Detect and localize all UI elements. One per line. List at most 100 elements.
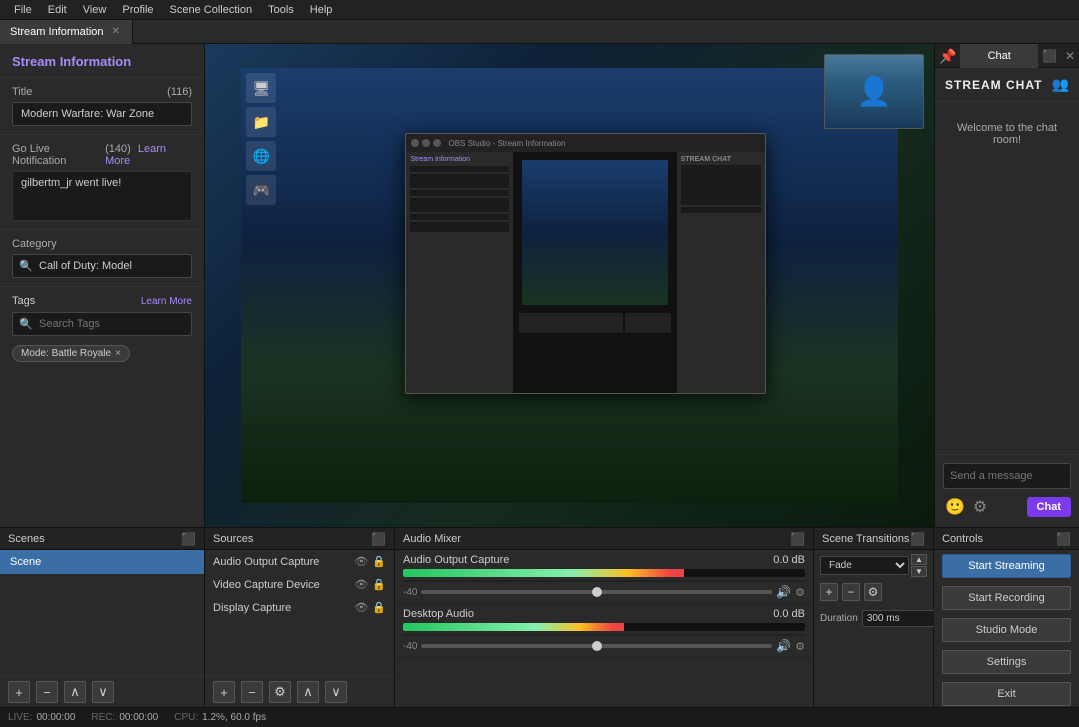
chat-smiley-button[interactable]: 🙂 [943,495,967,519]
duration-row: Duration ▲ ▼ [814,603,933,634]
obs-mockup-left-title: Stream Information [410,156,509,163]
source-eye-icon-1[interactable]: 👁 [354,555,368,568]
transition-settings-button[interactable]: ⚙ [864,583,882,601]
scenes-down-button[interactable]: ∨ [92,681,114,703]
transition-up-arrow[interactable]: ▲ [911,554,927,565]
audio-track-2-name: Desktop Audio [403,608,474,620]
chat-tab-close[interactable]: ✕ [1061,44,1079,68]
audio-track-1-mute[interactable]: 🔊 [776,585,791,599]
audio-volume-slider-1[interactable] [421,590,772,594]
desktop-icons: 🖥 📁 🌐 🎮 [246,73,276,205]
obs-mockup-chat-body [681,165,762,205]
tags-learn-more[interactable]: Learn More [141,296,192,307]
chat-tab-pin[interactable]: 📌 [935,44,960,68]
obs-mockup-field-5 [410,214,509,220]
chat-tab-maximize[interactable]: ⬛ [1038,44,1061,68]
start-streaming-button[interactable]: Start Streaming [942,554,1071,578]
menu-bar: File Edit View Profile Scene Collection … [0,0,1079,20]
transition-type-arrows: ▲ ▼ [911,554,927,577]
audio-meter-2-secondary [403,634,805,636]
audio-panel-header: Audio Mixer ⬛ [395,528,813,550]
menu-file[interactable]: File [6,0,40,20]
studio-mode-button[interactable]: Studio Mode [942,618,1071,642]
source-video-capture[interactable]: Video Capture Device 👁 🔒 [205,573,394,596]
source-lock-icon-1[interactable]: 🔒 [372,555,386,568]
scene-item-scene[interactable]: Scene [0,550,204,574]
menu-edit[interactable]: Edit [40,0,75,20]
chat-send-button[interactable]: Chat [1027,497,1071,517]
menu-profile[interactable]: Profile [114,0,161,20]
controls-panel-icon[interactable]: ⬛ [1056,532,1071,546]
chat-settings-button[interactable]: ⚙ [971,495,989,519]
scenes-up-button[interactable]: ∧ [64,681,86,703]
obs-mockup-left: Stream Information [406,152,514,393]
source-eye-icon-3[interactable]: 👁 [354,601,368,614]
sources-add-button[interactable]: + [213,681,235,703]
controls-title: Controls [942,533,983,545]
source-audio-output[interactable]: Audio Output Capture 👁 🔒 [205,550,394,573]
chat-tab-bar: 📌 Chat ⬛ ✕ [935,44,1079,68]
chat-message-input[interactable] [950,470,1079,482]
source-lock-icon-2[interactable]: 🔒 [372,578,386,591]
start-recording-button[interactable]: Start Recording [942,586,1071,610]
audio-panel-icon[interactable]: ⬛ [790,532,805,546]
audio-track-2-minus: -40 [403,641,417,652]
transition-type-select[interactable]: Fade [820,556,909,575]
exit-button[interactable]: Exit [942,682,1071,706]
tags-search-input[interactable] [12,312,192,336]
tag-chip-battle-royale[interactable]: Mode: Battle Royale × [12,345,130,362]
tag-chip-remove[interactable]: × [115,348,121,359]
controls-panel-header: Controls ⬛ [934,528,1079,550]
audio-track-2-settings[interactable]: ⚙ [795,640,805,653]
sources-remove-button[interactable]: − [241,681,263,703]
sources-panel-icon[interactable]: ⬛ [371,532,386,546]
audio-meter-1 [403,569,805,577]
audio-slider-2-thumb [592,641,602,651]
audio-track-2-mute[interactable]: 🔊 [776,639,791,653]
chat-users-icon[interactable]: 👥 [1052,76,1069,93]
transition-down-arrow[interactable]: ▼ [911,566,927,577]
menu-scene-collection[interactable]: Scene Collection [162,0,261,20]
sources-down-button[interactable]: ∨ [325,681,347,703]
title-input[interactable] [12,102,192,126]
menu-tools[interactable]: Tools [260,0,302,20]
source-lock-icon-3[interactable]: 🔒 [372,601,386,614]
audio-track-1-header: Audio Output Capture 0.0 dB [403,554,805,566]
settings-button[interactable]: Settings [942,650,1071,674]
stream-info-tab-close[interactable]: ✕ [110,20,122,44]
obs-mockup-preview-inner [522,160,667,304]
audio-track-1-settings[interactable]: ⚙ [795,586,805,599]
menu-help[interactable]: Help [302,0,341,20]
desktop-icon-1: 🖥 [246,73,276,103]
category-search-input[interactable] [12,254,192,278]
transition-remove-button[interactable]: − [842,583,860,601]
tags-search-icon: 🔍 [19,318,33,331]
scenes-panel-icon[interactable]: ⬛ [181,532,196,546]
live-label: LIVE: [8,712,32,723]
obs-mockup-audio [519,313,623,333]
transition-add-button[interactable]: + [820,583,838,601]
obs-mockup-right: STREAM CHAT [676,152,766,393]
source-video-capture-icons: 👁 🔒 [354,578,386,591]
scenes-add-button[interactable]: + [8,681,30,703]
obs-mockup-bar: OBS Studio - Stream Information [406,134,765,152]
stream-info-tab[interactable]: Stream Information ✕ [0,20,133,44]
audio-track-2-controls: -40 🔊 ⚙ [403,639,805,653]
scenes-remove-button[interactable]: − [36,681,58,703]
obs-mockup-preview [514,152,676,393]
audio-track-1-db: 0.0 dB [773,554,805,566]
menu-view[interactable]: View [75,0,115,20]
sources-up-button[interactable]: ∧ [297,681,319,703]
main-layout: Stream Information Title (116) Go Live N… [0,44,1079,527]
sources-settings-button[interactable]: ⚙ [269,681,291,703]
audio-volume-slider-2[interactable] [421,644,772,648]
chat-tab[interactable]: Chat [960,44,1038,68]
scenes-panel: Scenes ⬛ Scene + − ∧ ∨ [0,528,205,707]
source-display-capture[interactable]: Display Capture 👁 🔒 [205,596,394,619]
rec-status: REC: 00:00:00 [91,712,158,723]
transitions-panel-icon[interactable]: ⬛ [910,532,925,546]
audio-title: Audio Mixer [403,533,461,545]
source-eye-icon-2[interactable]: 👁 [354,578,368,591]
obs-mockup-body: Stream Information [406,152,765,393]
obs-dot-3 [433,139,441,147]
